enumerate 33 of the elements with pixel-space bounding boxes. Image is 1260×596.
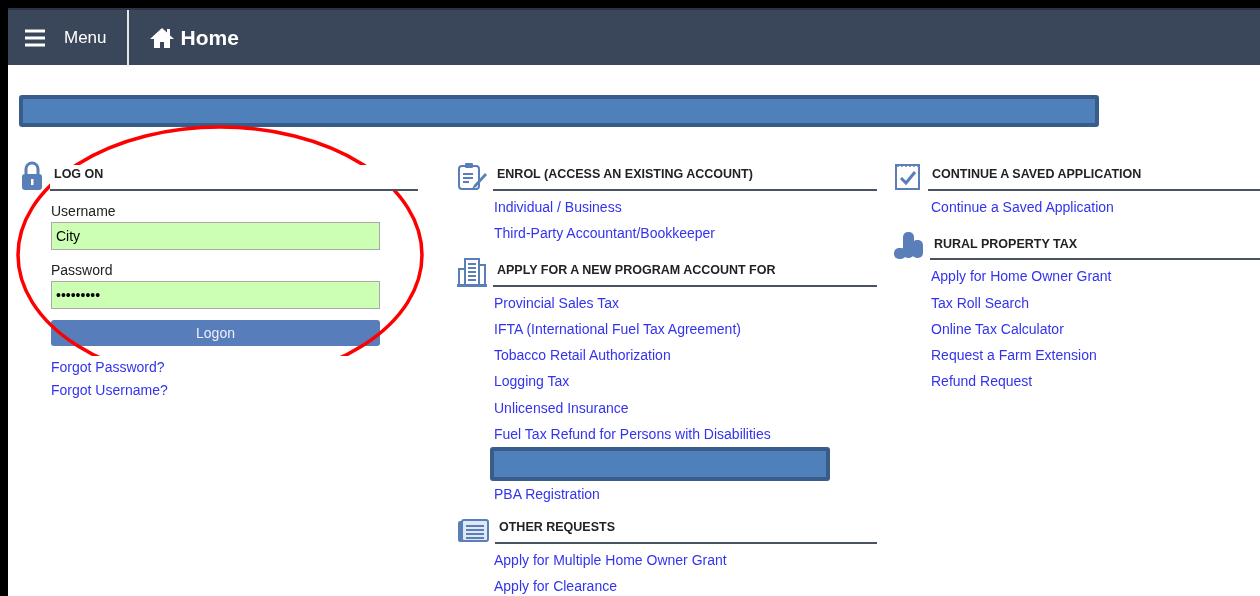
clipboard-icon bbox=[457, 161, 487, 191]
link[interactable]: Unlicensed Insurance bbox=[494, 394, 877, 422]
coins-icon bbox=[894, 230, 924, 261]
field-label: Username bbox=[51, 202, 117, 221]
section-heading: LOG ON bbox=[50, 165, 418, 191]
link[interactable]: Online Tax Calculator bbox=[931, 315, 1260, 343]
link[interactable]: Provincial Sales Tax bbox=[494, 289, 877, 316]
lock-icon bbox=[20, 161, 44, 191]
link[interactable]: Apply for Multiple Home Owner Grant bbox=[494, 546, 877, 573]
building-icon bbox=[457, 256, 487, 287]
link[interactable]: Tax Roll Search bbox=[931, 289, 1260, 316]
link[interactable]: Refund Request bbox=[931, 368, 1260, 395]
menu-button[interactable]: Menu bbox=[8, 10, 129, 65]
document-icon bbox=[457, 517, 489, 544]
username-field[interactable]: City bbox=[51, 222, 380, 250]
checklist-icon bbox=[894, 161, 922, 191]
field-label: Password bbox=[51, 261, 114, 280]
link[interactable]: IFTA (International Fuel Tax Agreement) bbox=[494, 315, 877, 343]
link[interactable]: Apply for Clearance bbox=[494, 572, 877, 596]
link[interactable]: Logging Tax bbox=[494, 368, 877, 395]
link[interactable]: Apply for Home Owner Grant bbox=[931, 263, 1260, 290]
link[interactable]: Fuel Tax Refund for Persons with Disabilities bbox=[494, 421, 877, 448]
link[interactable]: Continue a Saved Application bbox=[931, 194, 1260, 221]
menu-icon bbox=[24, 28, 46, 47]
link[interactable]: PBA Registration bbox=[494, 481, 877, 508]
link[interactable]: Tobacco Retail Authorization bbox=[494, 342, 877, 369]
link[interactable]: Third-Party Accountant/Bookkeeper bbox=[494, 220, 877, 247]
page-title: Home bbox=[180, 24, 239, 51]
home-icon bbox=[148, 26, 175, 49]
logon-button[interactable]: Logon bbox=[51, 320, 380, 346]
link[interactable]: Request a Farm Extension bbox=[931, 342, 1260, 369]
link[interactable]: Individual / Business bbox=[494, 194, 877, 221]
password-field[interactable]: ••••••••• bbox=[51, 281, 380, 309]
